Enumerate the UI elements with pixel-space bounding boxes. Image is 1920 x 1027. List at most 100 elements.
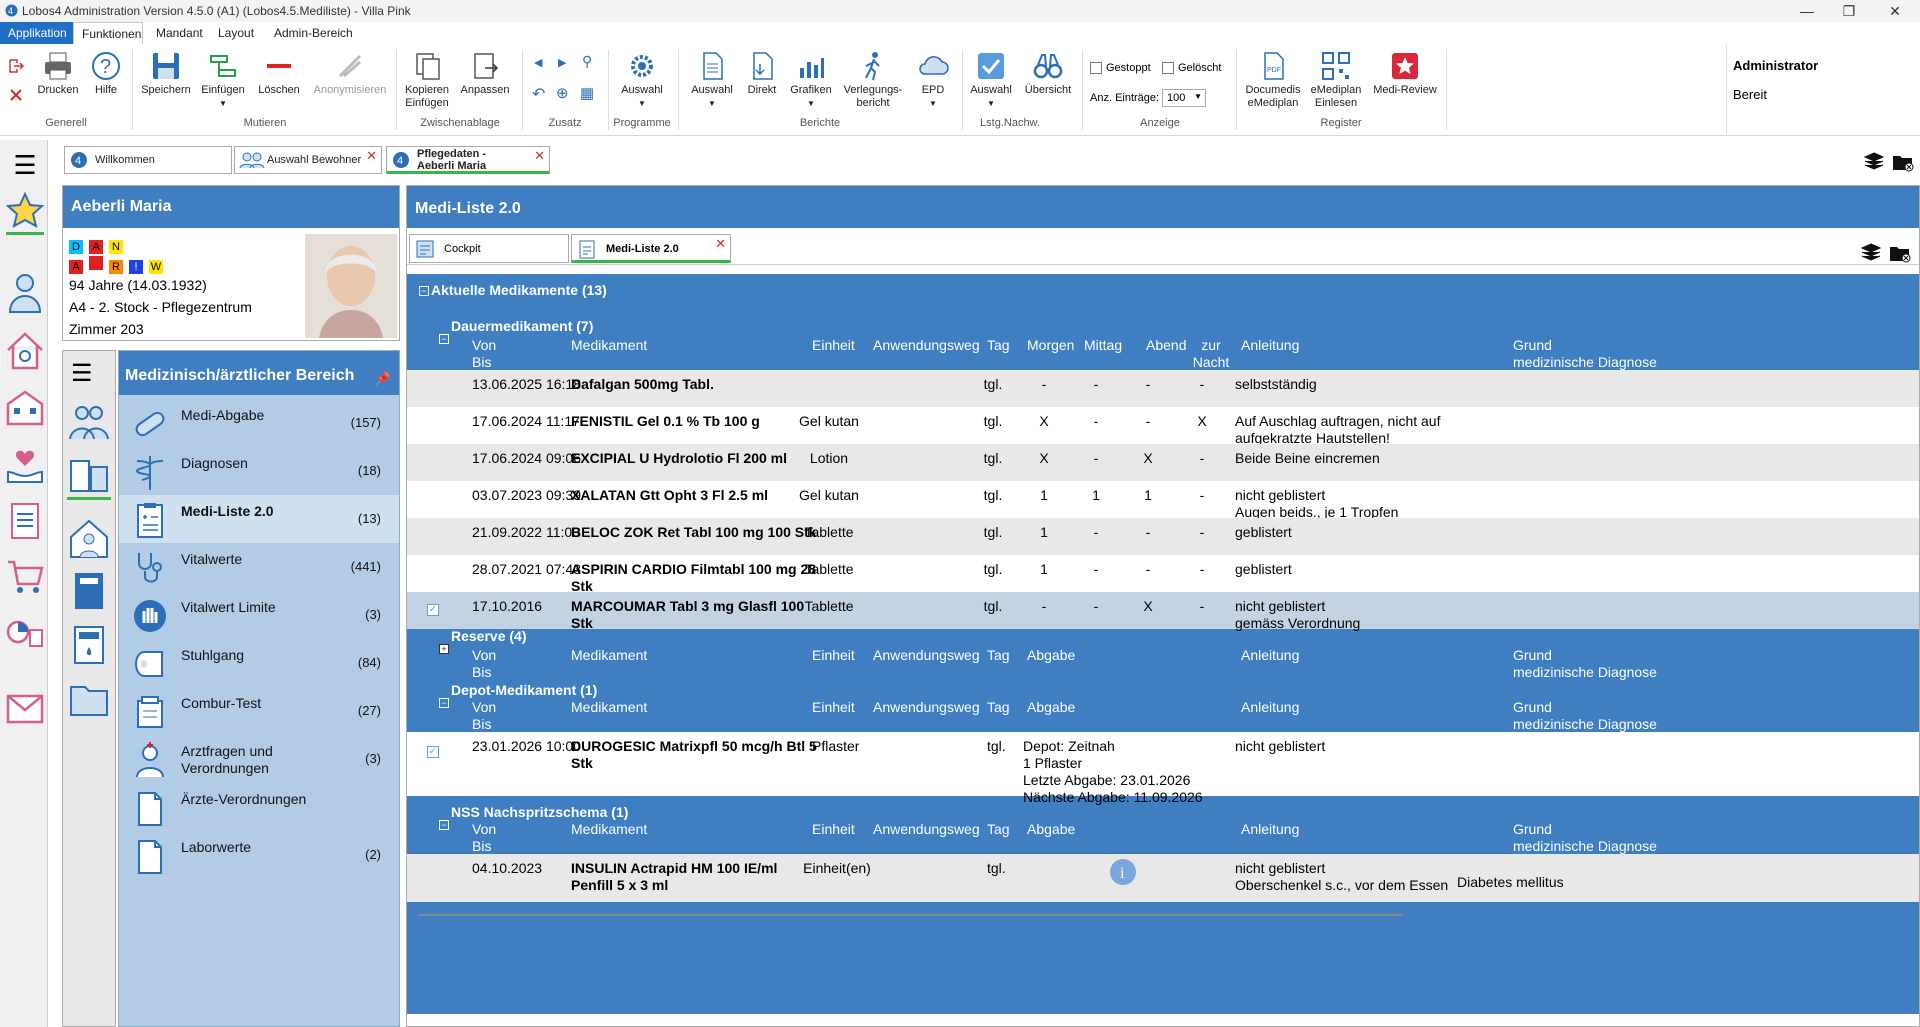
menu-admin-bereich[interactable]: Admin-Bereich (266, 22, 361, 44)
collapse-all-icon[interactable]: − (419, 286, 429, 296)
menu-applikation[interactable]: Applikation (0, 22, 73, 44)
dauer-row[interactable]: 28.07.2021 07:43 ASPIRIN CARDIO Filmtabl … (407, 555, 1919, 594)
nav-item-combur-test[interactable]: Combur-Test (27) (119, 687, 399, 735)
copy-insert-button[interactable]: Kopieren Einfügen (402, 50, 452, 110)
menu-funktionen[interactable]: Funktionen (73, 22, 143, 44)
building-icon[interactable] (4, 384, 46, 430)
menu-layout[interactable]: Layout (210, 22, 262, 44)
direkt-button[interactable]: Direkt (740, 50, 784, 97)
verlegungsbericht-button[interactable]: Verlegungs-bericht (840, 50, 906, 110)
cancel-icon[interactable] (9, 88, 23, 102)
row-checkbox[interactable]: ✓ (427, 746, 439, 758)
dauer-row[interactable]: 13.06.2025 16:18 Dafalgan 500mg Tabl. tgl.… (407, 370, 1919, 407)
cart-icon[interactable] (4, 554, 46, 600)
tab-willkommen[interactable]: 4 Willkommen (64, 146, 232, 174)
restore-icon[interactable]: ❐ (1840, 2, 1858, 20)
resident-person-icon[interactable] (4, 270, 46, 316)
badge-w[interactable]: W (149, 260, 163, 274)
dauer-row[interactable]: 21.09.2022 11:00 BELOC ZOK Ret Tabl 100 m… (407, 518, 1919, 555)
close-tab-icon[interactable]: ✕ (534, 148, 545, 164)
nav-item-arztfragen[interactable]: Arztfragen und Verordnungen (3) (119, 735, 399, 783)
badge-a2[interactable]: A (69, 260, 83, 274)
epd-button[interactable]: EPD ▼ (910, 50, 956, 110)
badge-a[interactable]: A (89, 240, 103, 254)
nav-item-vitalwerte[interactable]: Vitalwerte (441) (119, 543, 399, 591)
documents-icon[interactable] (4, 498, 46, 544)
layers-icon[interactable] (1864, 152, 1884, 170)
info-icon[interactable]: i (1109, 858, 1137, 886)
nav-menu-icon[interactable]: ☰ (71, 359, 93, 388)
nav-item-medi-liste[interactable]: Medi-Liste 2.0 (13) (119, 495, 399, 543)
pin-icon[interactable]: 📌 (375, 371, 391, 387)
search-icon[interactable]: ⚲ (582, 53, 592, 70)
horizontal-scrollbar[interactable] (419, 914, 1403, 916)
statistics-icon[interactable] (4, 610, 46, 656)
mail-icon[interactable] (4, 686, 46, 732)
tab-pflegedaten[interactable]: 4 Pflegedaten - Aeberli Maria ✕ (386, 146, 550, 174)
exit-icon[interactable] (8, 58, 24, 74)
folder-close-icon[interactable] (1892, 152, 1914, 172)
nav-item-aerzte-verordnungen[interactable]: Ärzte-Verordnungen (119, 783, 399, 831)
close-tab-icon[interactable]: ✕ (366, 148, 377, 164)
help-button[interactable]: ? Hilfe (86, 50, 126, 97)
lab-report-icon[interactable] (67, 623, 111, 667)
berichte-auswahl-button[interactable]: Auswahl ▼ (686, 50, 738, 110)
print-button[interactable]: Drucken (36, 50, 80, 97)
nav-item-diagnosen[interactable]: Diagnosen (18) (119, 447, 399, 495)
programme-auswahl-button[interactable]: Auswahl ▼ (614, 50, 670, 110)
close-icon[interactable]: ✕ (1886, 2, 1904, 20)
dauer-row[interactable]: 17.06.2024 11:17 FENISTIL Gel 0.1 % Tb 10… (407, 407, 1919, 446)
insert-button[interactable]: Einfügen ▼ (198, 50, 248, 110)
anonymize-button[interactable]: Anonymisieren (310, 50, 390, 97)
grid-icon[interactable]: ▦ (580, 84, 594, 102)
delete-button[interactable]: Löschen (254, 50, 304, 97)
collapse-dauer-icon[interactable]: − (439, 334, 449, 344)
badge-r[interactable]: R (109, 260, 123, 274)
house-person-icon[interactable] (67, 517, 111, 561)
badge-red[interactable] (89, 256, 103, 270)
geloescht-checkbox[interactable]: Gelöscht (1162, 62, 1221, 75)
close-subtab-icon[interactable]: ✕ (715, 236, 726, 252)
emediplan-button[interactable]: eMediplan Einlesen (1306, 50, 1366, 110)
care-hands-icon[interactable] (4, 442, 46, 488)
folder-close-icon[interactable] (1889, 243, 1911, 263)
save-button[interactable]: Speichern (138, 50, 194, 97)
gestoppt-checkbox[interactable]: Gestoppt (1090, 62, 1151, 75)
depot-row[interactable]: ✓ 23.01.2026 10:00 DUROGESIC Matrixpfl 5… (407, 732, 1919, 805)
people-icon[interactable] (67, 401, 111, 443)
adjust-button[interactable]: Anpassen (458, 50, 512, 97)
nss-row[interactable]: 04.10.2023 INSULIN Actrapid HM 100 IE/ml… (407, 854, 1919, 902)
row-checkbox[interactable]: ✓ (427, 604, 439, 616)
dauer-row[interactable]: 17.06.2024 09:06 EXCIPIAL U Hydrolotio Fl… (407, 444, 1919, 481)
documedis-button[interactable]: PDF Documedis eMediplan (1240, 50, 1306, 110)
badge-d[interactable]: D (69, 240, 83, 254)
lstg-auswahl-button[interactable]: Auswahl ▼ (966, 50, 1016, 110)
menu-mandant[interactable]: Mandant (148, 22, 211, 44)
home-icon[interactable] (4, 328, 46, 374)
grafiken-button[interactable]: Grafiken ▼ (786, 50, 836, 110)
nav-item-medi-abgabe[interactable]: Medi-Abgabe (157) (119, 399, 399, 447)
folder-icon[interactable] (67, 677, 111, 721)
tab-auswahl-bewohner[interactable]: Auswahl Bewohner ✕ (234, 146, 382, 174)
book-icon[interactable] (67, 569, 111, 613)
collapse-nss-icon[interactable]: − (439, 820, 449, 830)
favorites-star-icon[interactable] (4, 190, 46, 236)
badge-exclamation[interactable]: ! (129, 260, 143, 274)
nav-item-laborwerte[interactable]: Laborwerte (2) (119, 831, 399, 879)
collapse-depot-icon[interactable]: − (439, 698, 449, 708)
undo-icon[interactable]: ↶ (532, 84, 545, 104)
hamburger-menu-icon[interactable]: ☰ (4, 148, 46, 186)
uebersicht-button[interactable]: Übersicht (1020, 50, 1076, 97)
prev-icon[interactable]: ◀ (534, 56, 542, 69)
minimize-icon[interactable]: — (1798, 2, 1816, 20)
zoom-icon[interactable]: ⊕ (556, 84, 569, 102)
anz-eintraege-select[interactable]: 100 ▼ (1162, 89, 1206, 107)
dauer-row[interactable]: 03.07.2023 09:39 XALATAN Gtt Opht 3 Fl 2.… (407, 481, 1919, 520)
badge-n[interactable]: N (109, 240, 123, 254)
medi-review-button[interactable]: Medi-Review (1370, 50, 1440, 97)
subtab-medi-liste[interactable]: Medi-Liste 2.0 ✕ (571, 234, 731, 263)
expand-reserve-icon[interactable]: + (439, 644, 449, 654)
next-icon[interactable]: ▶ (558, 56, 566, 69)
nav-item-stuhlgang[interactable]: Stuhlgang (84) (119, 639, 399, 687)
subtab-cockpit[interactable]: Cockpit (409, 234, 569, 263)
